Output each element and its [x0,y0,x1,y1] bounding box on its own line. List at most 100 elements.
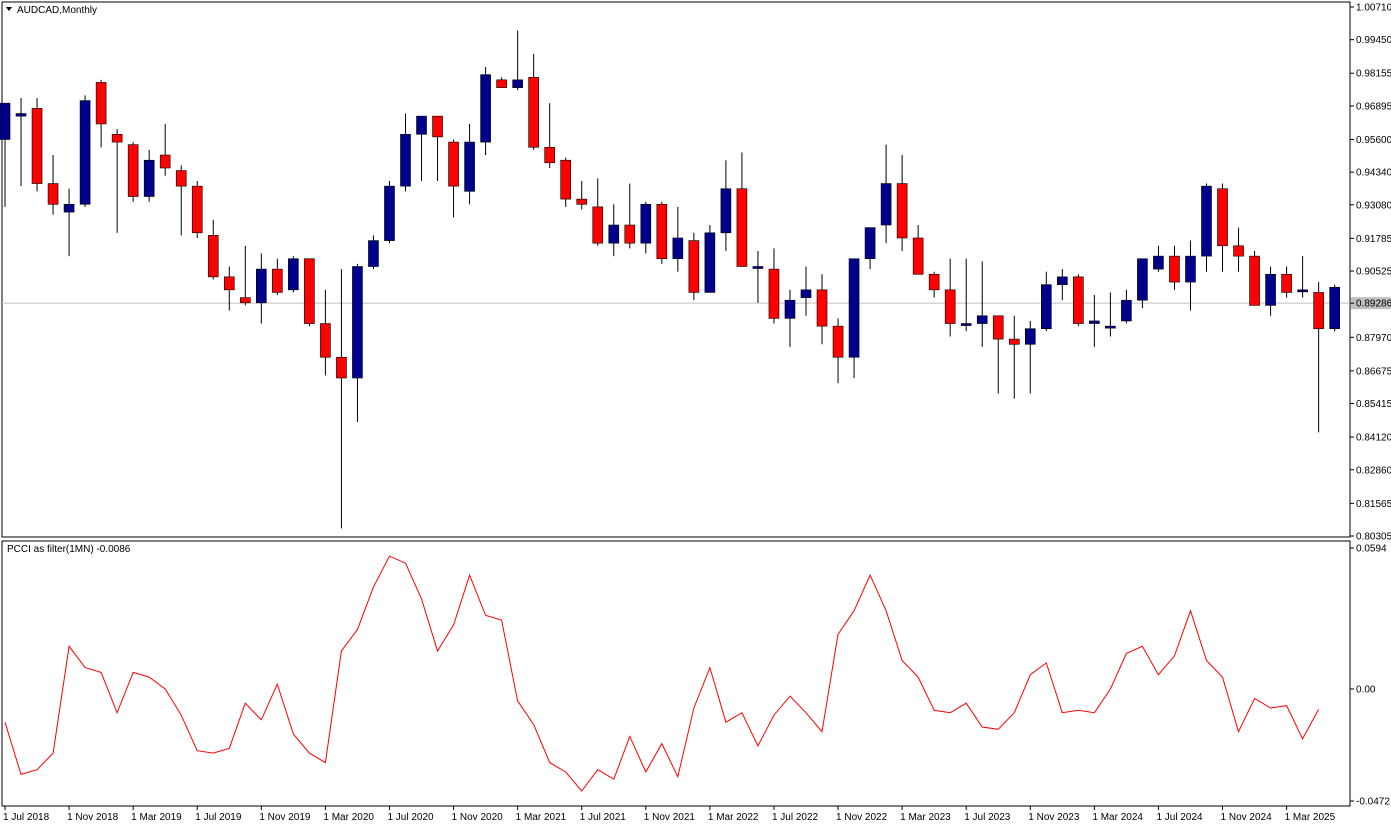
candle-body-bear [448,141,459,187]
indicator-frame [1,540,1351,807]
candle [1057,269,1068,301]
candle-body-bear [1008,338,1020,345]
y-tick-label: 0.87970 [1356,333,1391,344]
candle-body-bear [304,258,315,324]
candle-body-bear [159,154,171,169]
candle [608,204,620,257]
candle [448,139,459,218]
candle [1041,271,1052,332]
indicator-title: PCCI as filter(1MN) -0.0086 [7,544,131,555]
candle [1329,284,1340,332]
candle-body-bull [480,74,491,143]
candle-body-bull [512,79,523,88]
candle [127,142,139,202]
candle-body-bull [79,100,91,205]
collapse-triangle-icon[interactable] [6,7,12,11]
candle [223,266,235,311]
x-tick-label: 1 Jul 2023 [964,812,1011,823]
candle-body-bear [240,297,251,304]
y-tick-label: 0.98155 [1356,69,1391,80]
x-tick-label: 1 Nov 2023 [1028,812,1080,823]
x-tick-label: 1 Jul 2019 [195,812,242,823]
candle [384,180,395,244]
candle-body-bear [432,115,443,138]
x-tick-label: 1 Jul 2021 [580,812,627,823]
candle [336,269,347,529]
y-tick-label: 0.91785 [1356,234,1391,245]
candle-body-bull [384,185,395,241]
candle-body-bull [1105,325,1116,329]
candle [992,315,1004,394]
candle [31,97,43,192]
candle [1121,289,1132,324]
candle-body-bull [1041,284,1052,330]
candle-body-bear [576,198,588,205]
candle-body-bull [848,258,860,358]
y-tick-label: 0.94340 [1356,168,1391,179]
candle [976,261,988,347]
candle [400,113,411,192]
candle [1233,227,1244,272]
y-tick-label: 0.81565 [1356,499,1391,510]
candle-body-bear [944,289,956,324]
candle [1313,282,1324,433]
candle-body-bull [15,113,27,117]
candle-body-bull [416,115,427,135]
y-tick-label: 0.90525 [1356,267,1391,278]
candle [1201,183,1212,272]
y-tick-label: 0.80305 [1356,532,1391,543]
candle-body-bear [896,183,908,239]
candle [159,123,171,176]
indicator-line [4,555,1320,792]
candle-body-bull [63,203,75,213]
candle [240,245,251,306]
candle [1169,245,1180,290]
candle-body-bull [1297,289,1308,293]
candle [896,155,908,251]
candle-body-bear [111,133,123,143]
candle-body-bear [496,79,507,88]
candle [752,250,764,303]
candle-body-bull [400,133,411,187]
indicator-y-tick-label: -0.0472 [1356,797,1390,808]
candle-body-bull [352,266,363,379]
candle [704,225,716,293]
candle-body-bull [704,232,716,293]
candle-body-bear [1217,188,1228,247]
candle-body-bull [1153,255,1164,270]
y-tick-label: 0.86675 [1356,366,1391,377]
candle-body-bear [1313,292,1324,330]
y-tick-label: 0.82860 [1356,465,1391,476]
candle-body-bull [1024,328,1036,345]
candle-body-bear [127,144,139,197]
candle-body-bear [656,203,668,260]
candle-body-bear [560,159,572,200]
candle [928,271,940,298]
candle-body-bear [832,325,844,358]
x-tick-label: 1 Jul 2020 [387,812,434,823]
chart-area: 1.00710 0.99450 0.98155 0.96895 0.95600 0.943… [0,1,1391,823]
candle [592,178,604,246]
candle-body-bull [464,141,475,192]
y-tick-label: 0.96895 [1356,101,1391,112]
candle-body-bear [992,315,1004,340]
candle [784,289,796,347]
candle [624,183,636,249]
x-tick-label: 1 Nov 2020 [452,812,504,823]
candle [1297,256,1308,298]
candle-body-bull [1137,258,1148,301]
candle-body-bull [672,237,684,260]
candle-body-bear [1169,255,1180,283]
candle-body-bear [31,108,43,184]
candle-body-bull [608,224,620,244]
x-tick-label: 1 Mar 2021 [516,812,567,823]
candle-body-bull [368,240,379,267]
candle-body-bear [207,235,219,278]
candle [1265,266,1276,316]
candle [1008,315,1020,399]
x-tick-label: 1 Jul 2018 [3,812,50,823]
candle [960,258,972,332]
candle-body-bear [272,268,283,293]
candle [1024,320,1036,394]
candle [416,115,427,181]
